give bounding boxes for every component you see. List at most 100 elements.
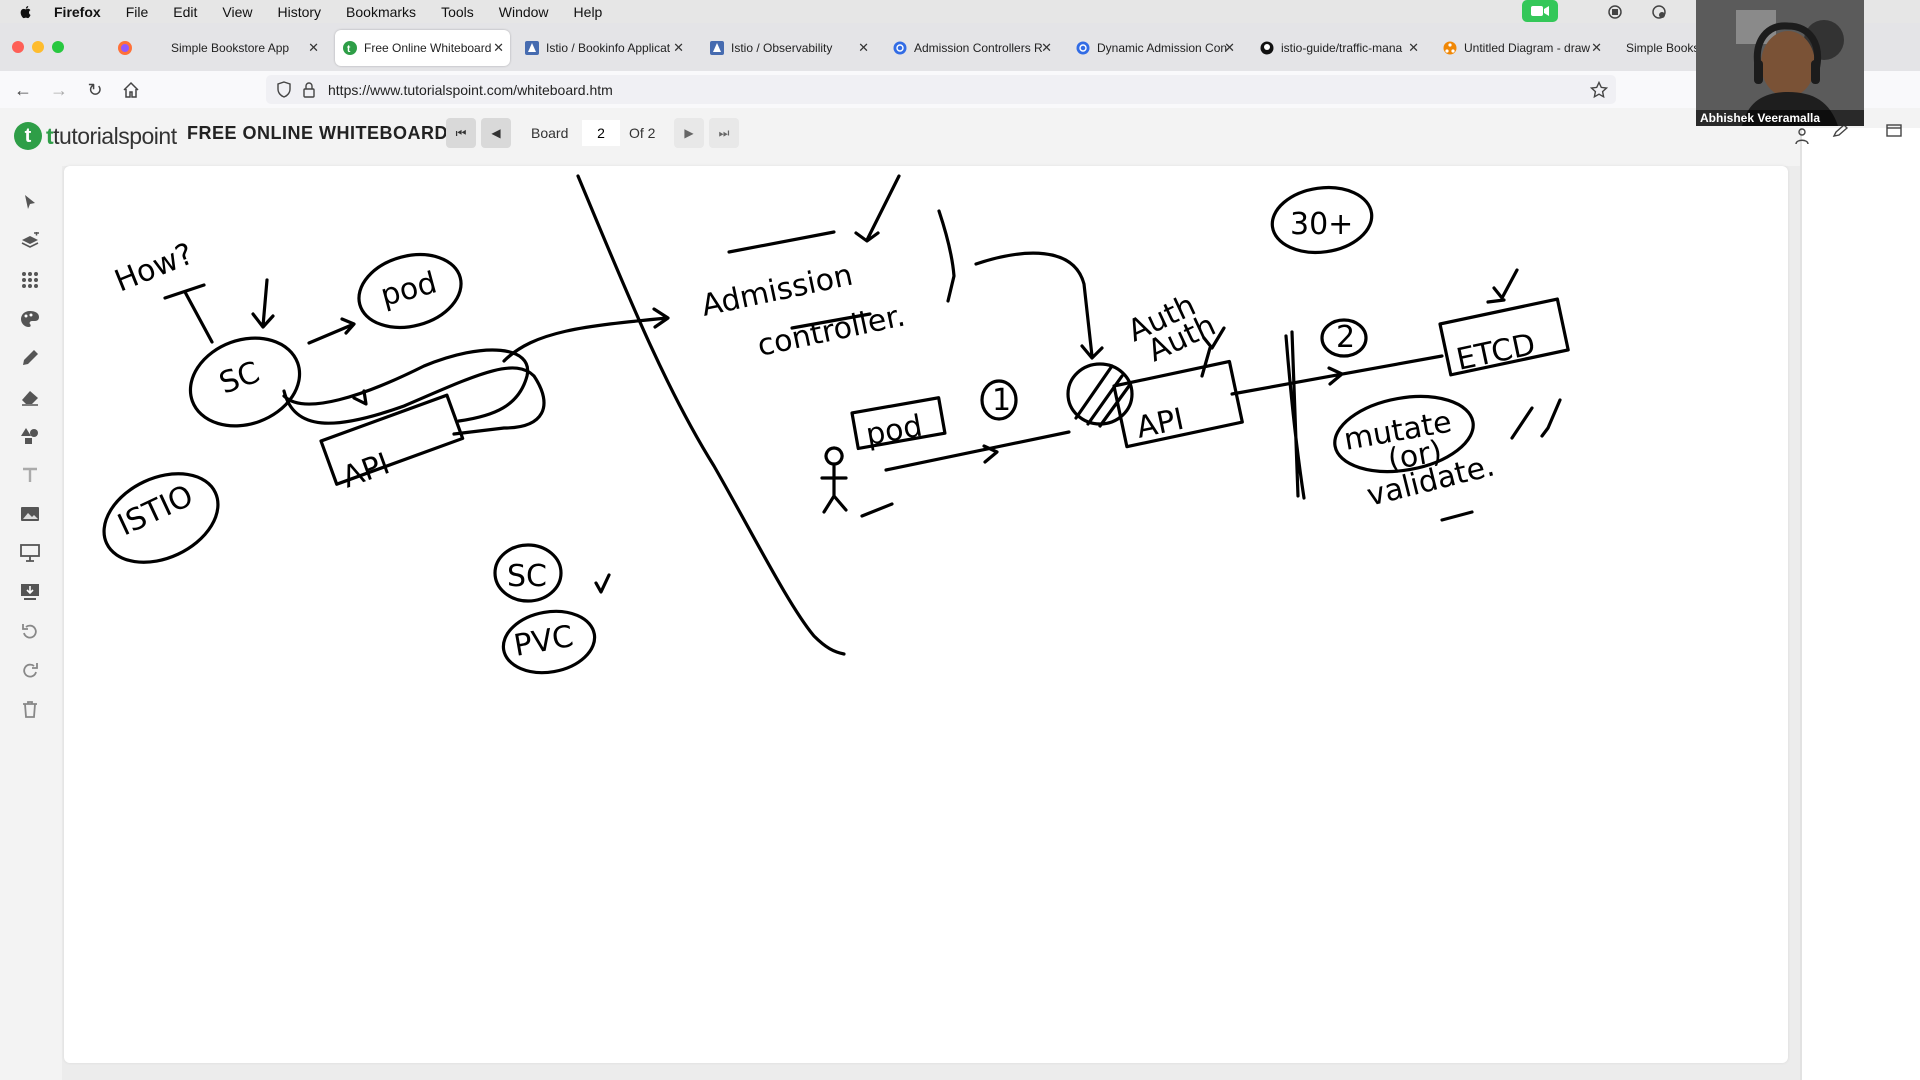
tab-title: Dynamic Admission Con	[1097, 41, 1228, 55]
tutorialspoint-logo[interactable]: t ttutorialspoint	[14, 122, 177, 150]
window-icon[interactable]	[1886, 124, 1902, 138]
istio-label: ISTIO	[113, 478, 199, 543]
sc-label: SC	[215, 355, 265, 402]
user-figure	[820, 446, 848, 514]
tab-istio-observability[interactable]: Istio / Observability ✕	[710, 30, 875, 66]
close-icon[interactable]: ✕	[493, 40, 504, 56]
api-label: API	[338, 446, 395, 495]
lock-icon[interactable]	[302, 82, 316, 98]
trash-icon[interactable]	[18, 697, 42, 721]
edit-icon[interactable]	[1832, 124, 1850, 138]
next-board-button[interactable]: ▶	[674, 118, 704, 148]
webhook-barrier	[1284, 330, 1306, 500]
presentation-icon[interactable]	[18, 541, 42, 565]
close-icon[interactable]: ✕	[308, 40, 319, 56]
screen-share-icon[interactable]	[1606, 3, 1624, 21]
tab-title: istio-guide/traffic-mana	[1281, 41, 1403, 55]
board-number-input[interactable]	[582, 120, 620, 146]
control-center-icon[interactable]	[1650, 3, 1668, 21]
kubernetes-icon	[893, 41, 907, 55]
facetime-indicator-icon[interactable]	[1522, 0, 1558, 22]
tab-untitled-diagram[interactable]: Untitled Diagram - draw ✕	[1443, 30, 1608, 66]
window-zoom-button[interactable]	[52, 41, 64, 53]
api2-label: API	[1133, 402, 1187, 446]
admission-arrow-top	[854, 174, 901, 243]
palette-icon[interactable]	[18, 307, 42, 331]
kubernetes-icon	[1076, 41, 1090, 55]
menu-help[interactable]: Help	[574, 4, 603, 20]
pencil-icon[interactable]	[18, 346, 42, 370]
first-board-button[interactable]: ⏮	[446, 118, 476, 148]
tab-title: Istio / Observability	[731, 41, 833, 55]
shield-icon[interactable]	[276, 81, 292, 99]
close-icon[interactable]: ✕	[858, 40, 869, 56]
grid-icon[interactable]	[18, 268, 42, 292]
reload-icon[interactable]: ↻	[84, 79, 106, 101]
sc-api-loop	[282, 348, 546, 436]
undo-icon[interactable]	[18, 619, 42, 643]
close-icon[interactable]: ✕	[673, 40, 684, 56]
person-icon[interactable]	[1794, 128, 1810, 146]
tab-free-online-whiteboard[interactable]: t Free Online Whiteboard ✕	[335, 30, 510, 66]
api-to-etcd-line	[1230, 354, 1444, 396]
last-board-button[interactable]: ⏭	[709, 118, 739, 148]
bookmark-star-icon[interactable]	[1590, 81, 1608, 99]
menu-edit[interactable]: Edit	[173, 4, 197, 20]
divider-line	[576, 174, 846, 656]
forward-arrow-icon[interactable]: →	[48, 79, 70, 101]
menu-view[interactable]: View	[222, 4, 252, 20]
admission-to-api-arrow	[974, 251, 1104, 360]
close-icon[interactable]: ✕	[1041, 40, 1052, 56]
back-arrow-icon[interactable]: ←	[12, 79, 34, 101]
whiteboard-canvas[interactable]: How? SC pod API ISTIO SC PVC Admission c…	[64, 166, 1788, 1063]
board-label: Board	[531, 125, 569, 141]
tab-title: Istio / Bookinfo Applicat	[546, 41, 671, 55]
menu-firefox[interactable]: Firefox	[54, 4, 101, 20]
webcam-overlay: Abhishek Veeramalla	[1696, 0, 1864, 126]
tab-admission-controllers[interactable]: Admission Controllers R ✕	[893, 30, 1058, 66]
close-icon[interactable]: ✕	[1591, 40, 1602, 56]
pointer-icon[interactable]	[18, 190, 42, 214]
firefox-view-icon[interactable]	[117, 40, 133, 56]
previous-board-button[interactable]: ◀	[481, 118, 511, 148]
tab-dynamic-admission[interactable]: Dynamic Admission Con ✕	[1076, 30, 1241, 66]
board-count-label: Of 2	[629, 125, 656, 141]
redo-icon[interactable]	[18, 658, 42, 682]
tab-istio-bookinfo[interactable]: Istio / Bookinfo Applicat ✕	[525, 30, 690, 66]
menu-tools[interactable]: Tools	[441, 4, 474, 20]
webcam-video	[1696, 0, 1864, 126]
tab-simple-books[interactable]: Simple Books	[1626, 30, 1696, 66]
tab-title: Admission Controllers R	[914, 41, 1043, 55]
text-icon[interactable]	[18, 463, 42, 487]
image-icon[interactable]	[18, 502, 42, 526]
istio-icon	[525, 41, 539, 55]
api-to-admission-arrow	[502, 307, 670, 363]
tab-title: Untitled Diagram - draw	[1464, 41, 1591, 55]
download-icon[interactable]	[18, 580, 42, 604]
close-icon[interactable]: ✕	[1224, 40, 1235, 56]
layers-icon[interactable]	[18, 229, 42, 253]
menu-bookmarks[interactable]: Bookmarks	[346, 4, 416, 20]
shapes-icon[interactable]	[18, 424, 42, 448]
eraser-icon[interactable]	[18, 385, 42, 409]
menu-history[interactable]: History	[277, 4, 321, 20]
logo-text: ttutorialspoint	[46, 122, 177, 149]
close-icon[interactable]: ✕	[1408, 40, 1419, 56]
url-bar[interactable]: https://www.tutorialspoint.com/whiteboar…	[266, 75, 1616, 104]
window-close-button[interactable]	[12, 41, 24, 53]
drawio-icon	[1443, 41, 1457, 55]
tab-title: Free Online Whiteboard	[364, 41, 492, 55]
home-icon[interactable]	[122, 81, 140, 99]
menu-window[interactable]: Window	[499, 4, 549, 20]
url-text[interactable]: https://www.tutorialspoint.com/whiteboar…	[328, 82, 613, 98]
tab-istio-guide[interactable]: istio-guide/traffic-mana ✕	[1260, 30, 1425, 66]
pvc-label: PVC	[511, 619, 576, 664]
apple-icon[interactable]	[18, 4, 34, 20]
window-minimize-button[interactable]	[32, 41, 44, 53]
right-side-panel	[1795, 124, 1920, 1080]
menu-file[interactable]: File	[126, 4, 149, 20]
github-icon	[1260, 41, 1274, 55]
menu-bar: Firefox File Edit View History Bookmarks…	[0, 0, 1920, 23]
tab-simple-bookstore[interactable]: Simple Bookstore App ✕	[150, 30, 325, 66]
sc2-label: SC	[507, 559, 547, 594]
